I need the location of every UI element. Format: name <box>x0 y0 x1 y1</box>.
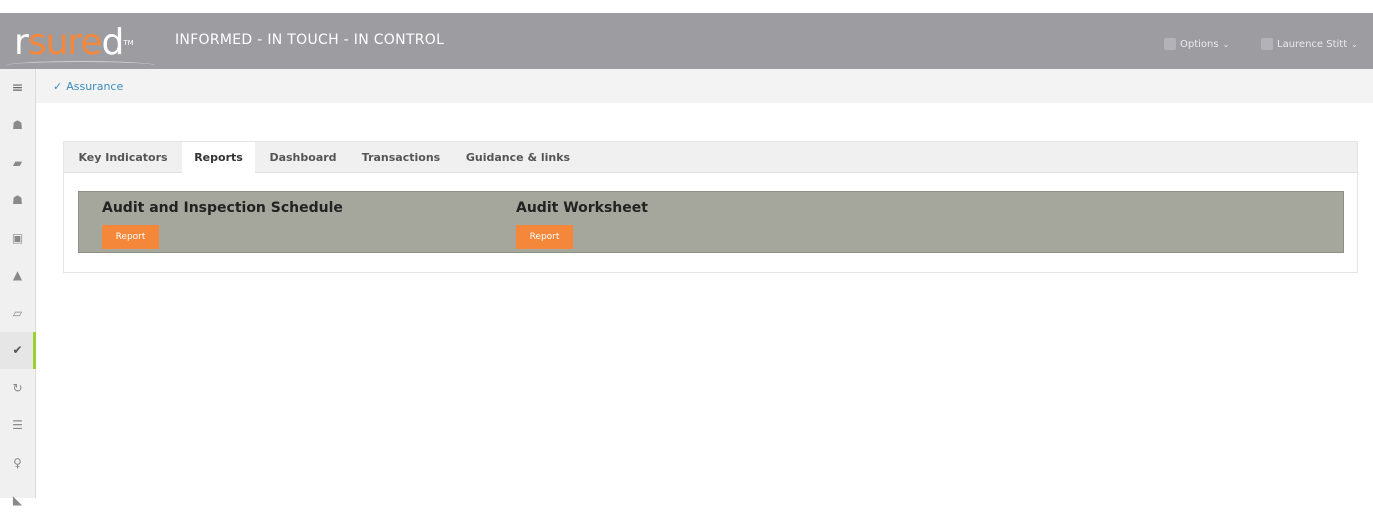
sidebar: ≡ ☗ ▰ ☗ ▣ ▲ ▱ ✔ ↻ ☰ ♀ ◣ <box>0 69 36 498</box>
logo-trademark: TM <box>123 39 133 47</box>
breadcrumb: ✓ Assurance <box>36 69 1373 103</box>
options-label: Options <box>1180 39 1219 50</box>
user-menu[interactable]: Laurence Stitt ⌄ <box>1261 38 1358 50</box>
logo-text-r: r <box>14 22 28 63</box>
people-icon: ☗ <box>12 118 23 132</box>
audit-inspection-schedule-report-button[interactable]: Report <box>102 225 159 249</box>
sidebar-item-medical[interactable]: ▣ <box>0 219 35 257</box>
tab-bar: Key Indicators Reports Dashboard Transac… <box>64 142 1357 173</box>
options-menu[interactable]: Options ⌄ <box>1164 38 1229 50</box>
tab-dashboard[interactable]: Dashboard <box>259 142 347 173</box>
warning-icon: ▲ <box>13 268 22 282</box>
sidebar-item-chart[interactable]: ◣ <box>0 482 35 519</box>
options-gear-icon <box>1164 38 1176 50</box>
chart-icon: ◣ <box>13 493 22 507</box>
top-header-bar: rsuredTM INFORMED - IN TOUCH - IN CONTRO… <box>0 13 1373 69</box>
tab-key-indicators[interactable]: Key Indicators <box>68 142 178 173</box>
medical-kit-icon: ▣ <box>12 231 23 245</box>
breadcrumb-assurance-link[interactable]: Assurance <box>66 80 123 93</box>
sidebar-item-documents[interactable]: ▱ <box>0 294 35 332</box>
sidebar-item-list[interactable]: ☰ <box>0 407 35 445</box>
location-pin-icon: ♀ <box>13 456 22 470</box>
menu-icon: ≡ <box>12 80 24 96</box>
checkmark-icon: ✓ <box>53 80 62 93</box>
tab-transactions[interactable]: Transactions <box>351 142 451 173</box>
user-avatar-icon <box>1261 38 1273 50</box>
tagline: INFORMED - IN TOUCH - IN CONTROL <box>175 32 444 48</box>
rsured-logo[interactable]: rsuredTM <box>14 23 134 63</box>
refresh-icon: ↻ <box>12 381 22 395</box>
chevron-down-icon: ⌄ <box>1223 40 1230 49</box>
groups-icon: ☗ <box>12 193 23 207</box>
document-icon: ▱ <box>13 306 22 320</box>
sidebar-item-vehicles[interactable]: ▰ <box>0 144 35 182</box>
sidebar-item-groups[interactable]: ☗ <box>0 182 35 220</box>
reports-bar: Audit and Inspection Schedule Report Aud… <box>78 191 1344 253</box>
sidebar-item-location[interactable]: ♀ <box>0 444 35 482</box>
assurance-panel: Key Indicators Reports Dashboard Transac… <box>63 141 1358 273</box>
report-title-audit-inspection-schedule: Audit and Inspection Schedule <box>102 200 343 216</box>
sidebar-item-assurance[interactable]: ✔ <box>0 332 35 370</box>
assurance-check-icon: ✔ <box>12 343 22 357</box>
logo-text-sure: sure <box>28 22 102 63</box>
audit-worksheet-report-button[interactable]: Report <box>516 225 573 249</box>
chevron-down-icon: ⌄ <box>1351 40 1358 49</box>
sidebar-item-people[interactable]: ☗ <box>0 107 35 145</box>
user-name: Laurence Stitt <box>1277 39 1347 50</box>
tab-reports[interactable]: Reports <box>182 142 255 174</box>
report-title-audit-worksheet: Audit Worksheet <box>516 200 648 216</box>
vehicle-icon: ▰ <box>13 156 22 170</box>
sidebar-item-refresh[interactable]: ↻ <box>0 369 35 407</box>
tab-guidance-links[interactable]: Guidance & links <box>455 142 581 173</box>
logo-text-d: d <box>102 22 124 63</box>
sidebar-item-warning[interactable]: ▲ <box>0 257 35 295</box>
sidebar-item-menu[interactable]: ≡ <box>0 69 35 107</box>
list-icon: ☰ <box>12 418 23 432</box>
